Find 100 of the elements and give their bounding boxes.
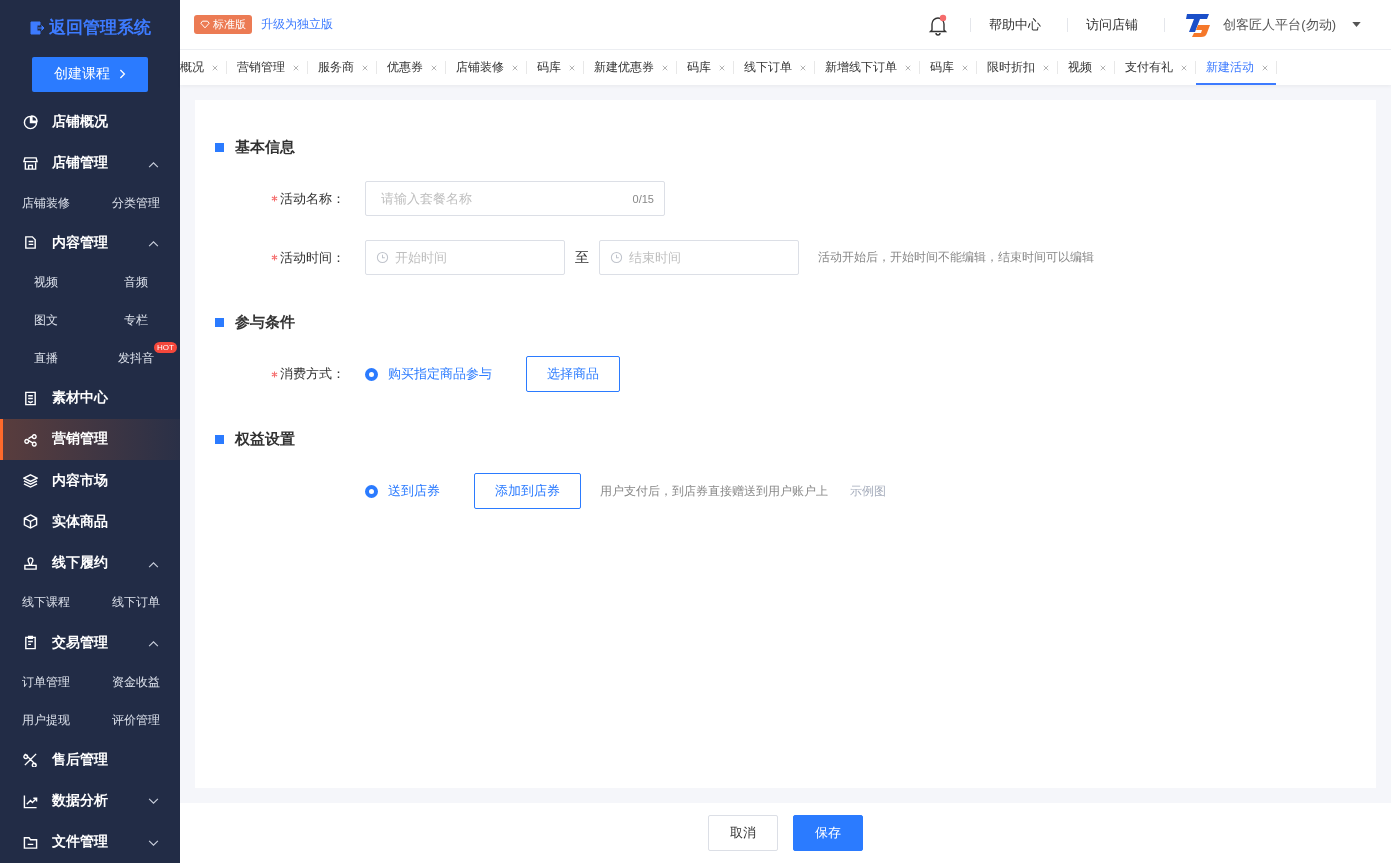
sidebar-item[interactable]: 实体商品 — [0, 501, 180, 543]
sidebar-item[interactable]: 店铺概况 — [0, 101, 180, 143]
chevron-icon[interactable] — [148, 798, 159, 806]
pie-chart-icon — [23, 114, 38, 130]
folder-icon — [23, 834, 38, 850]
close-icon[interactable] — [362, 64, 368, 71]
clock-icon — [376, 251, 389, 264]
sidebar-item[interactable]: 素材中心 — [0, 377, 180, 419]
radio-option[interactable]: 购买指定商品参与 — [365, 365, 492, 383]
upgrade-link[interactable]: 升级为独立版 — [261, 16, 333, 33]
close-icon[interactable] — [431, 64, 437, 71]
range-separator: 至 — [575, 248, 589, 267]
page-tab[interactable]: 码库 — [527, 50, 583, 85]
back-to-admin-link[interactable]: 返回管理系统 — [49, 16, 151, 40]
sidebar-subitem[interactable]: 直播 — [0, 339, 92, 378]
radio-icon[interactable] — [365, 367, 378, 381]
sidebar-subitem[interactable]: 店铺装修 — [0, 184, 92, 223]
sidebar-subitem[interactable]: 线下订单 — [92, 583, 180, 622]
sidebar-item[interactable]: 营销管理 — [0, 418, 180, 460]
close-icon[interactable] — [662, 64, 668, 71]
section-title: 参与条件 — [235, 313, 295, 332]
close-icon[interactable] — [905, 64, 911, 71]
sidebar-item[interactable]: 文件管理 — [0, 821, 180, 863]
close-icon[interactable] — [962, 64, 968, 71]
sidebar-subitem[interactable]: 评价管理 — [92, 701, 180, 740]
select-button[interactable]: 添加到店券 — [474, 473, 581, 509]
close-icon[interactable] — [1100, 64, 1106, 71]
page-tab[interactable]: 新增线下订单 — [815, 50, 919, 85]
sidebar-subitem[interactable]: 视频 — [0, 263, 92, 302]
chevron-right-icon — [118, 68, 126, 81]
sidebar-subitem[interactable]: 专栏 — [92, 301, 180, 340]
page-tab[interactable]: 码库 — [920, 50, 976, 85]
close-icon[interactable] — [569, 64, 575, 71]
cube-icon — [23, 514, 38, 530]
share-icon — [23, 431, 38, 447]
close-icon[interactable] — [1043, 64, 1049, 71]
cancel-button[interactable]: 取消 — [708, 815, 778, 851]
caret-icon[interactable] — [1352, 22, 1361, 27]
radio-option[interactable]: 送到店券 — [365, 482, 440, 500]
select-button[interactable]: 选择商品 — [526, 356, 620, 392]
create-course-button[interactable]: 创建课程 — [32, 57, 148, 92]
hint-text: 活动开始后，开始时间不能编辑，结束时间可以编辑 — [818, 249, 1094, 266]
section-marker-icon — [215, 143, 224, 152]
stamp-icon — [23, 555, 38, 571]
chevron-icon[interactable] — [148, 240, 159, 248]
account-name[interactable]: 创客匠人平台(勿动) — [1223, 15, 1336, 34]
header-link[interactable]: 帮助中心 — [989, 15, 1042, 34]
page-tab[interactable]: 码库 — [677, 50, 733, 85]
document-icon — [23, 390, 38, 406]
close-icon[interactable] — [512, 64, 518, 71]
close-icon[interactable] — [212, 64, 218, 71]
bell-icon[interactable] — [928, 13, 949, 36]
close-icon[interactable] — [1181, 64, 1187, 71]
section-title: 权益设置 — [235, 430, 295, 449]
page-tab[interactable]: 优惠券 — [377, 50, 445, 85]
save-button[interactable]: 保存 — [793, 815, 863, 851]
close-icon[interactable] — [293, 64, 299, 71]
close-icon[interactable] — [800, 64, 806, 71]
sidebar-item[interactable]: 交易管理 — [0, 621, 180, 664]
store-icon — [23, 155, 38, 171]
page-tab[interactable]: 服务商 — [308, 50, 376, 85]
sidebar-subitem[interactable]: 图文 — [0, 301, 92, 340]
sidebar-subitem[interactable]: 资金收益 — [92, 663, 180, 702]
sidebar-item[interactable]: 内容市场 — [0, 460, 180, 502]
diamond-icon — [200, 20, 210, 29]
section-title: 基本信息 — [235, 138, 295, 157]
chevron-icon[interactable] — [148, 160, 159, 168]
sidebar-subitem[interactable]: 用户提现 — [0, 701, 92, 740]
document-icon — [23, 235, 38, 251]
page-tab[interactable]: 新建优惠券 — [584, 50, 676, 85]
chevron-icon[interactable] — [148, 839, 159, 847]
sidebar-item[interactable]: 售后管理 — [0, 739, 180, 781]
sidebar-subitem[interactable]: 音频 — [92, 263, 180, 302]
chevron-icon[interactable] — [148, 560, 159, 568]
chevron-icon[interactable] — [148, 639, 159, 647]
sidebar-item[interactable]: 店铺管理 — [0, 142, 180, 185]
page-tab[interactable]: 支付有礼 — [1115, 50, 1195, 85]
hint-text: 用户支付后，到店券直接赠送到用户账户上 — [600, 482, 828, 500]
sidebar-item[interactable]: 线下履约 — [0, 542, 180, 584]
sidebar-subitem[interactable]: 线下课程 — [0, 583, 92, 622]
page-tab[interactable]: 视频 — [1058, 50, 1114, 85]
page-tab[interactable]: 线下订单 — [734, 50, 814, 85]
radio-icon[interactable] — [365, 484, 378, 498]
sidebar-item[interactable]: 内容管理 — [0, 222, 180, 264]
close-icon[interactable] — [719, 64, 725, 71]
sidebar-item[interactable]: 数据分析 — [0, 780, 180, 822]
page-tab[interactable]: 限时折扣 — [977, 50, 1057, 85]
page-tab[interactable]: 新建活动 — [1196, 50, 1276, 85]
page-tab[interactable]: 店铺装修 — [446, 50, 526, 85]
character-counter: 0/15 — [632, 192, 654, 205]
name-input-field[interactable]: 请输入套餐名称 0/15 — [365, 181, 665, 216]
sidebar-subitem[interactable]: 订单管理 — [0, 663, 92, 702]
header-link[interactable]: 访问店铺 — [1086, 15, 1139, 34]
close-icon[interactable] — [1262, 64, 1268, 71]
clock-icon — [610, 251, 623, 264]
sidebar-subitem[interactable]: 分类管理 — [92, 184, 180, 223]
page-tab[interactable]: 营销管理 — [227, 50, 307, 85]
page-tab[interactable]: 概况 — [180, 50, 226, 85]
layers-icon — [23, 473, 38, 489]
sidebar-subitem[interactable]: 发抖音 HOT — [92, 339, 180, 378]
